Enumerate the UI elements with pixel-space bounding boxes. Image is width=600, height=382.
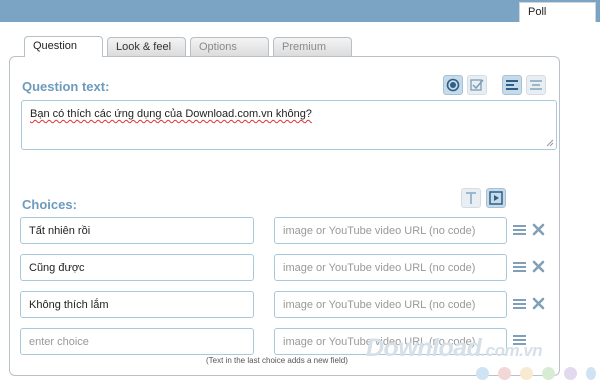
- drag-handle-3[interactable]: [512, 297, 526, 311]
- watermark-dot: [586, 367, 596, 380]
- choice-input-2[interactable]: Cũng được: [20, 254, 254, 281]
- tab-options[interactable]: Options: [190, 37, 269, 56]
- align-center-icon: [530, 80, 542, 90]
- tab-look-and-feel[interactable]: Look & feel: [107, 37, 186, 56]
- close-icon: [532, 297, 544, 309]
- align-left-icon: [506, 80, 518, 90]
- choice-url-input-3[interactable]: image or YouTube video URL (no code): [274, 291, 507, 318]
- drag-handle-icon: [512, 299, 526, 309]
- drag-handle-1[interactable]: [512, 223, 526, 237]
- text-icon: [466, 192, 476, 204]
- media-mode-button[interactable]: [486, 188, 506, 208]
- choice-input-3[interactable]: Không thích lắm: [20, 291, 254, 318]
- watermark-dot: [520, 367, 533, 380]
- question-text-value: Bạn có thích các ứng dụng của Download.c…: [30, 108, 312, 120]
- drag-handle-icon: [512, 262, 526, 272]
- watermark-dot: [498, 367, 511, 380]
- delete-choice-button-3[interactable]: [531, 296, 545, 310]
- multiple-choice-button[interactable]: [467, 75, 487, 95]
- question-text-label: Question text:: [22, 79, 110, 94]
- choice-input-1[interactable]: Tất nhiên rồi: [20, 217, 254, 244]
- tab-premium[interactable]: Premium: [273, 37, 352, 56]
- last-choice-hint: (Text in the last choice adds a new fiel…: [206, 356, 348, 365]
- close-icon: [532, 223, 544, 235]
- close-icon: [532, 260, 544, 272]
- single-choice-button[interactable]: [443, 75, 463, 95]
- poll-tab[interactable]: Poll: [519, 2, 596, 23]
- delete-choice-button-2[interactable]: [531, 259, 545, 273]
- drag-handle-2[interactable]: [512, 260, 526, 274]
- tab-question[interactable]: Question: [24, 36, 103, 57]
- checkbox-icon: [470, 79, 484, 91]
- drag-handle-icon: [512, 225, 526, 235]
- watermark-dot: [542, 367, 555, 380]
- watermark-dot: [564, 367, 577, 380]
- delete-choice-button-1[interactable]: [531, 222, 545, 236]
- media-icon: [489, 191, 503, 205]
- choice-url-input-2[interactable]: image or YouTube video URL (no code): [274, 254, 507, 281]
- watermark-dot: [476, 367, 489, 380]
- layout-center-button[interactable]: [526, 75, 546, 95]
- text-mode-button[interactable]: [461, 188, 481, 208]
- top-bar: [0, 0, 600, 22]
- choice-url-input-1[interactable]: image or YouTube video URL (no code): [274, 217, 507, 244]
- resize-handle-icon[interactable]: [546, 139, 554, 147]
- radio-icon: [446, 78, 460, 92]
- choices-label: Choices:: [22, 197, 77, 212]
- new-choice-input[interactable]: enter choice: [20, 328, 254, 355]
- watermark-logo: Download.com.vn: [366, 334, 543, 362]
- layout-left-button[interactable]: [502, 75, 522, 95]
- question-textarea[interactable]: Bạn có thích các ứng dụng của Download.c…: [21, 100, 557, 150]
